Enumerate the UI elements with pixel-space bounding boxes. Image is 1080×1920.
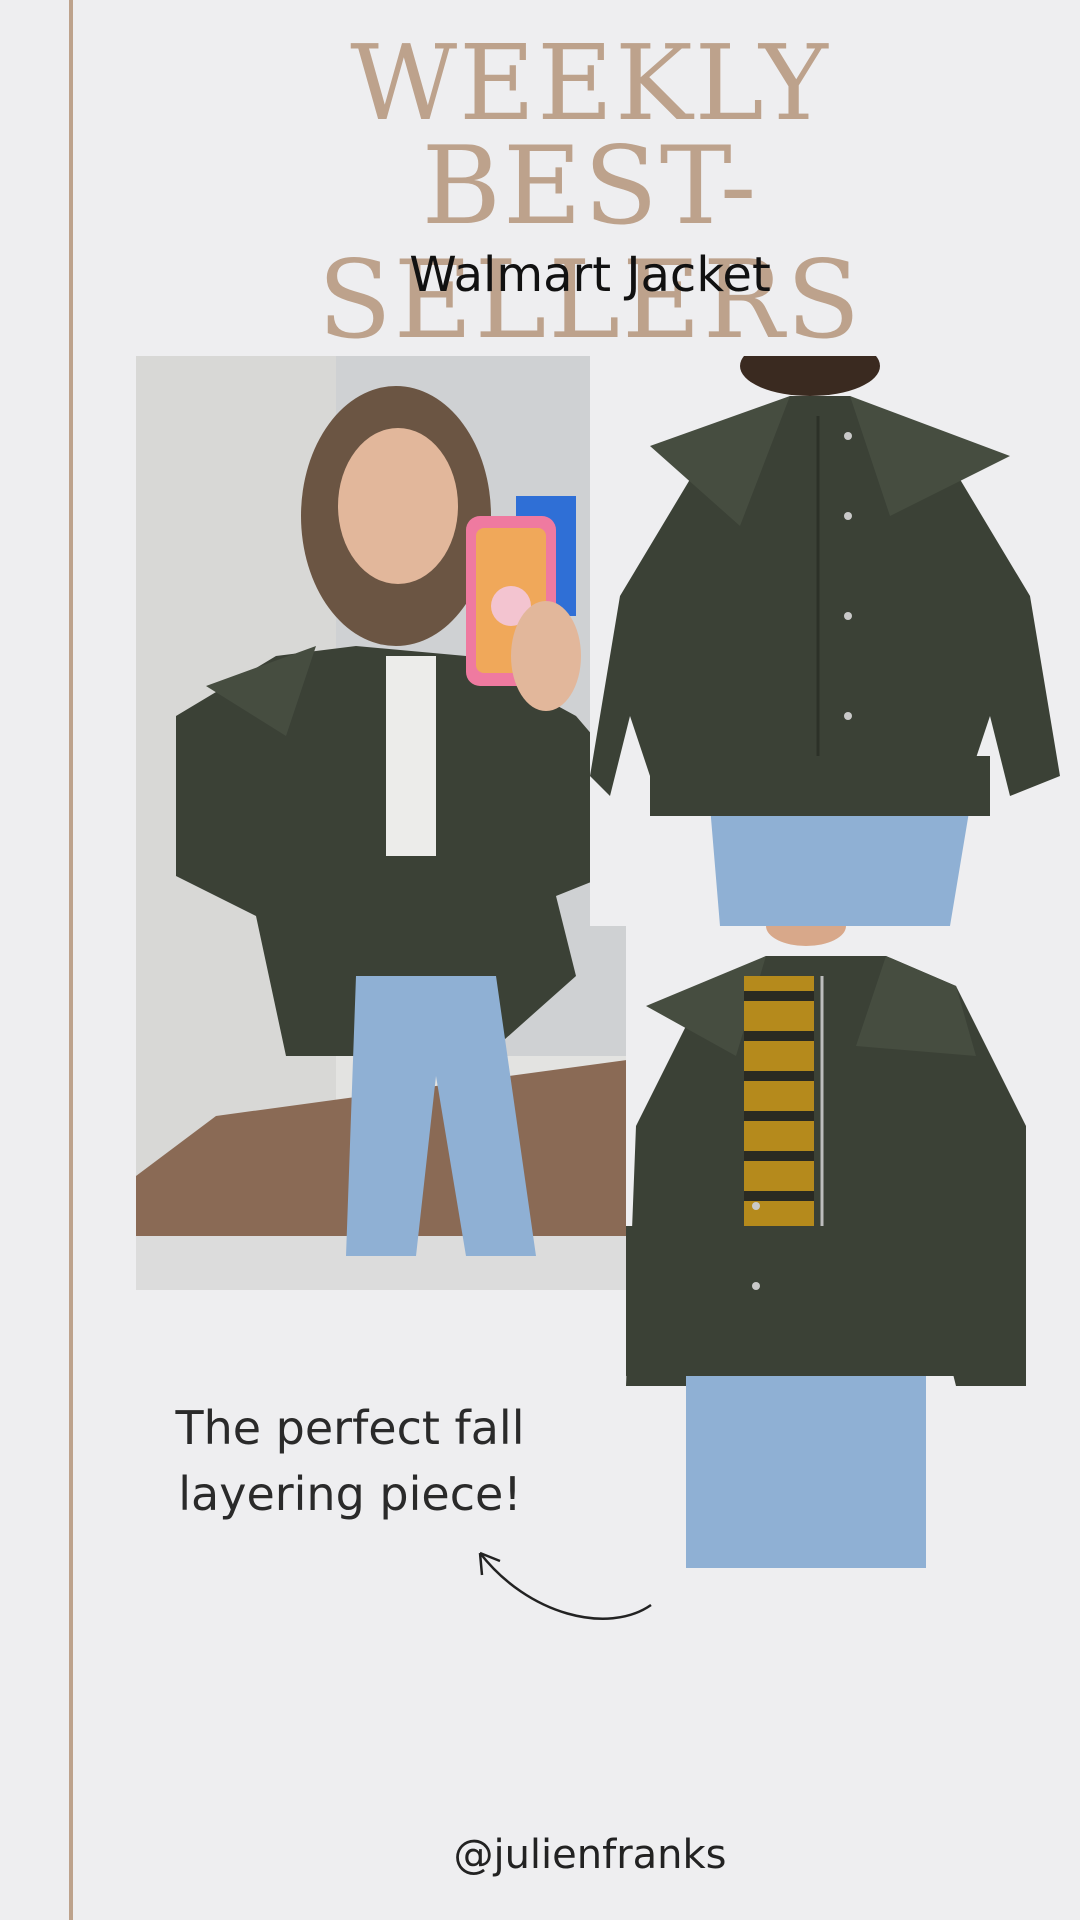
product-photo-front bbox=[590, 356, 1060, 926]
caption-line-1: The perfect fall bbox=[175, 1401, 525, 1455]
title-line-2: BEST-SELLERS bbox=[317, 124, 863, 363]
subtitle: Walmart Jacket bbox=[409, 247, 771, 303]
title-line-1: WEEKLY bbox=[350, 22, 830, 144]
caption: The perfect fall layering piece! bbox=[130, 1395, 570, 1527]
accent-line bbox=[69, 0, 73, 1920]
product-photo-open bbox=[626, 926, 1046, 1568]
social-handle: @julienfranks bbox=[453, 1832, 727, 1878]
curved-arrow-icon bbox=[478, 1551, 652, 1620]
caption-line-2: layering piece! bbox=[178, 1467, 522, 1521]
